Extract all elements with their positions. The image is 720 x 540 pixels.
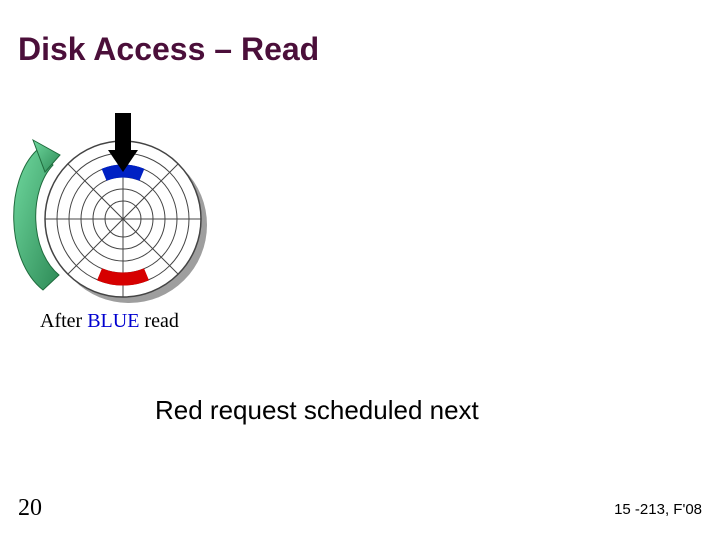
disk-diagram [5, 110, 215, 330]
slide-title: Disk Access – Read [18, 31, 319, 68]
caption-highlight: BLUE [87, 310, 139, 332]
body-text: Red request scheduled next [155, 395, 479, 426]
course-tag: 15 -213, F'08 [614, 501, 702, 518]
caption-prefix: After [40, 310, 87, 332]
caption-suffix: read [139, 310, 178, 332]
diagram-caption: After BLUE read [40, 310, 179, 333]
page-number: 20 [18, 495, 42, 522]
